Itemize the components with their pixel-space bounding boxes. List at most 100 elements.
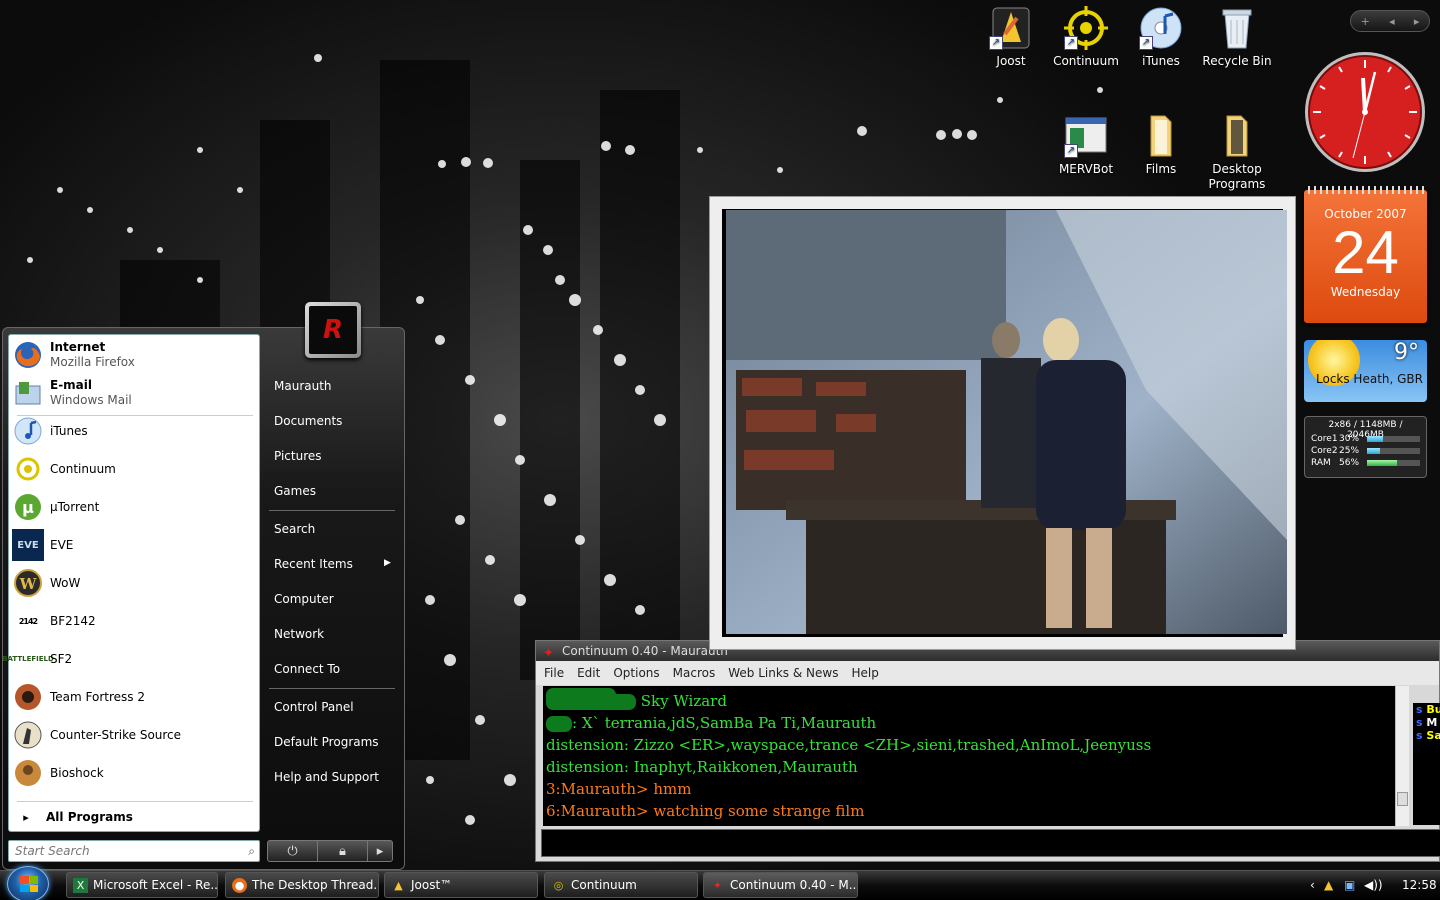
bioshock-icon <box>12 757 44 789</box>
meter-bar <box>1367 436 1420 442</box>
weather-location: Locks Heath, GBR <box>1316 372 1423 386</box>
weather-temperature: 9° <box>1394 340 1419 365</box>
calendar-gadget[interactable]: October 2007 24 Wednesday <box>1304 186 1427 323</box>
desktop-icon-desktop-programs[interactable]: Desktop Programs <box>1200 112 1274 192</box>
meter-label: RAM <box>1311 458 1331 468</box>
place-network[interactable]: Network <box>263 620 397 648</box>
recent-item-wow[interactable]: W WoW <box>12 565 256 601</box>
recent-item-eve[interactable]: EVE EVE <box>12 527 256 563</box>
windows-logo-icon <box>20 876 38 892</box>
desktop-icon-label: Joost <box>996 54 1026 68</box>
scroll-thumb[interactable] <box>1397 792 1408 806</box>
recent-item-bf2142[interactable]: 2142 BF2142 <box>12 603 256 639</box>
place-recent-items[interactable]: Recent Items <box>263 550 397 578</box>
all-programs-button[interactable]: ▸ All Programs <box>12 803 256 831</box>
user-avatar[interactable]: R <box>305 302 361 358</box>
weather-gadget[interactable]: 9° Locks Heath, GBR <box>1304 340 1427 402</box>
chat-scrollbar[interactable] <box>1395 686 1409 826</box>
power-button[interactable]: ⏻ <box>268 841 318 861</box>
taskbar-button-continuum-chat[interactable]: ✦ Continuum 0.40 - M... <box>703 872 858 898</box>
volume-icon[interactable]: ◀)) <box>1364 878 1384 892</box>
menu-macros[interactable]: Macros <box>673 666 716 680</box>
place-control-panel[interactable]: Control Panel <box>263 693 397 721</box>
place-user-folder[interactable]: Maurauth <box>263 372 397 400</box>
recent-item-bioshock[interactable]: Bioshock <box>12 755 256 791</box>
redaction-blob <box>546 716 572 732</box>
recent-item-name: Counter-Strike Source <box>50 727 182 742</box>
chat-line: distension: Inaphyt,Raikkonen,Maurauth <box>546 758 858 776</box>
cpu-meter-gadget[interactable]: 2x86 / 1148MB / 2046MB Core1 30% Core2 2… <box>1304 416 1427 478</box>
calendar-month: October 2007 <box>1324 207 1407 221</box>
meter-label: Core2 <box>1311 446 1338 456</box>
chat-input[interactable] <box>541 829 1440 857</box>
chat-log[interactable]: Sky Wizard : X` terrania,jdS,SamBa Pa Ti… <box>543 686 1395 826</box>
tray-clock[interactable]: 12:58 <box>1402 878 1437 892</box>
place-help-and-support[interactable]: Help and Support <box>263 763 397 791</box>
window-title: Continuum 0.40 - Maurauth <box>562 644 728 658</box>
place-games[interactable]: Games <box>263 477 397 505</box>
pinned-item-internet[interactable]: Internet Mozilla Firefox <box>12 337 256 373</box>
add-gadget-button[interactable]: + <box>1361 15 1370 28</box>
pinned-item-sub: Windows Mail <box>50 393 132 407</box>
place-computer[interactable]: Computer <box>263 585 397 613</box>
prev-gadgets-button[interactable]: ◂ <box>1389 15 1395 28</box>
taskbar-button-excel[interactable]: X Microsoft Excel - Re... <box>66 872 218 898</box>
desktop-icon-joost[interactable]: ↗ Joost <box>974 4 1048 69</box>
joost-icon: ↗ <box>987 4 1035 52</box>
eve-icon: EVE <box>12 529 44 561</box>
start-button[interactable] <box>7 866 49 900</box>
nick-item[interactable]: s M <box>1416 716 1440 729</box>
excel-icon: X <box>73 878 88 893</box>
pinned-item-email[interactable]: E-mail Windows Mail <box>12 375 256 411</box>
video-frame[interactable] <box>722 209 1287 637</box>
desktop-icon-continuum[interactable]: ↗ Continuum <box>1049 4 1123 69</box>
menu-file[interactable]: File <box>544 666 564 680</box>
desktop-icon-label: iTunes <box>1142 54 1180 68</box>
place-documents[interactable]: Documents <box>263 407 397 435</box>
taskbar-button-joost[interactable]: ▲ Joost™ <box>384 872 538 898</box>
recent-item-continuum[interactable]: Continuum <box>12 451 256 487</box>
recent-item-sf2[interactable]: BATTLEFIELD SF2 <box>2 641 256 677</box>
nick-item[interactable]: s Sa <box>1416 729 1440 742</box>
menu-web-links[interactable]: Web Links & News <box>728 666 838 680</box>
nick-item[interactable]: s Bu <box>1416 703 1440 716</box>
place-pictures[interactable]: Pictures <box>263 442 397 470</box>
joost-video-window[interactable] <box>709 196 1296 650</box>
menu-options[interactable]: Options <box>613 666 659 680</box>
calendar-day: 24 <box>1332 219 1399 286</box>
recent-item-name: BF2142 <box>50 613 96 628</box>
desktop-icon-mervbot[interactable]: ↗ MERVBot <box>1049 112 1123 177</box>
menu-help[interactable]: Help <box>851 666 878 680</box>
desktop-icon-films[interactable]: Films <box>1124 112 1198 177</box>
place-search[interactable]: Search <box>263 515 397 543</box>
continuum-icon: ↗ <box>1062 4 1110 52</box>
continuum-red-icon: ✦ <box>712 879 723 892</box>
continuum-chat-window[interactable]: ✦ Continuum 0.40 - Maurauth File Edit Op… <box>535 640 1440 862</box>
clock-gadget[interactable] <box>1303 50 1427 174</box>
show-hidden-icons-button[interactable]: ‹ <box>1310 878 1324 892</box>
desktop-icon-itunes[interactable]: ↗ iTunes <box>1124 4 1198 69</box>
desktop-icon-recycle-bin[interactable]: Recycle Bin <box>1200 4 1274 69</box>
separator <box>269 510 395 511</box>
network-icon[interactable]: ▣ <box>1344 878 1364 892</box>
recent-item-counter-strike[interactable]: Counter-Strike Source <box>12 717 256 753</box>
place-default-programs[interactable]: Default Programs <box>263 728 397 756</box>
nick-list[interactable]: s Bu s M s Sa <box>1413 703 1440 825</box>
recent-item-name: SF2 <box>50 651 73 666</box>
recent-item-utorrent[interactable]: µ µTorrent <box>12 489 256 525</box>
recent-item-tf2[interactable]: Team Fortress 2 <box>12 679 256 715</box>
recent-item-name: Bioshock <box>50 765 104 780</box>
place-connect-to[interactable]: Connect To <box>263 655 397 683</box>
next-gadgets-button[interactable]: ▸ <box>1414 15 1420 28</box>
desktop-icon-label: Recycle Bin <box>1202 54 1272 68</box>
recent-item-itunes[interactable]: iTunes <box>12 413 256 449</box>
taskbar-button-firefox[interactable]: ● The Desktop Thread... <box>225 872 379 898</box>
submenu-arrow-icon: ▶ <box>384 558 391 568</box>
start-search-input[interactable]: Start Search ⌕ <box>8 840 260 862</box>
search-icon[interactable]: ⌕ <box>248 841 255 861</box>
lock-button[interactable]: 🔒︎ <box>318 841 368 861</box>
shutdown-options-button[interactable]: ▸ <box>368 841 392 861</box>
taskbar-button-continuum[interactable]: ◎ Continuum <box>544 872 698 898</box>
menu-edit[interactable]: Edit <box>577 666 600 680</box>
tray-joost-icon[interactable]: ▲ <box>1324 878 1344 892</box>
